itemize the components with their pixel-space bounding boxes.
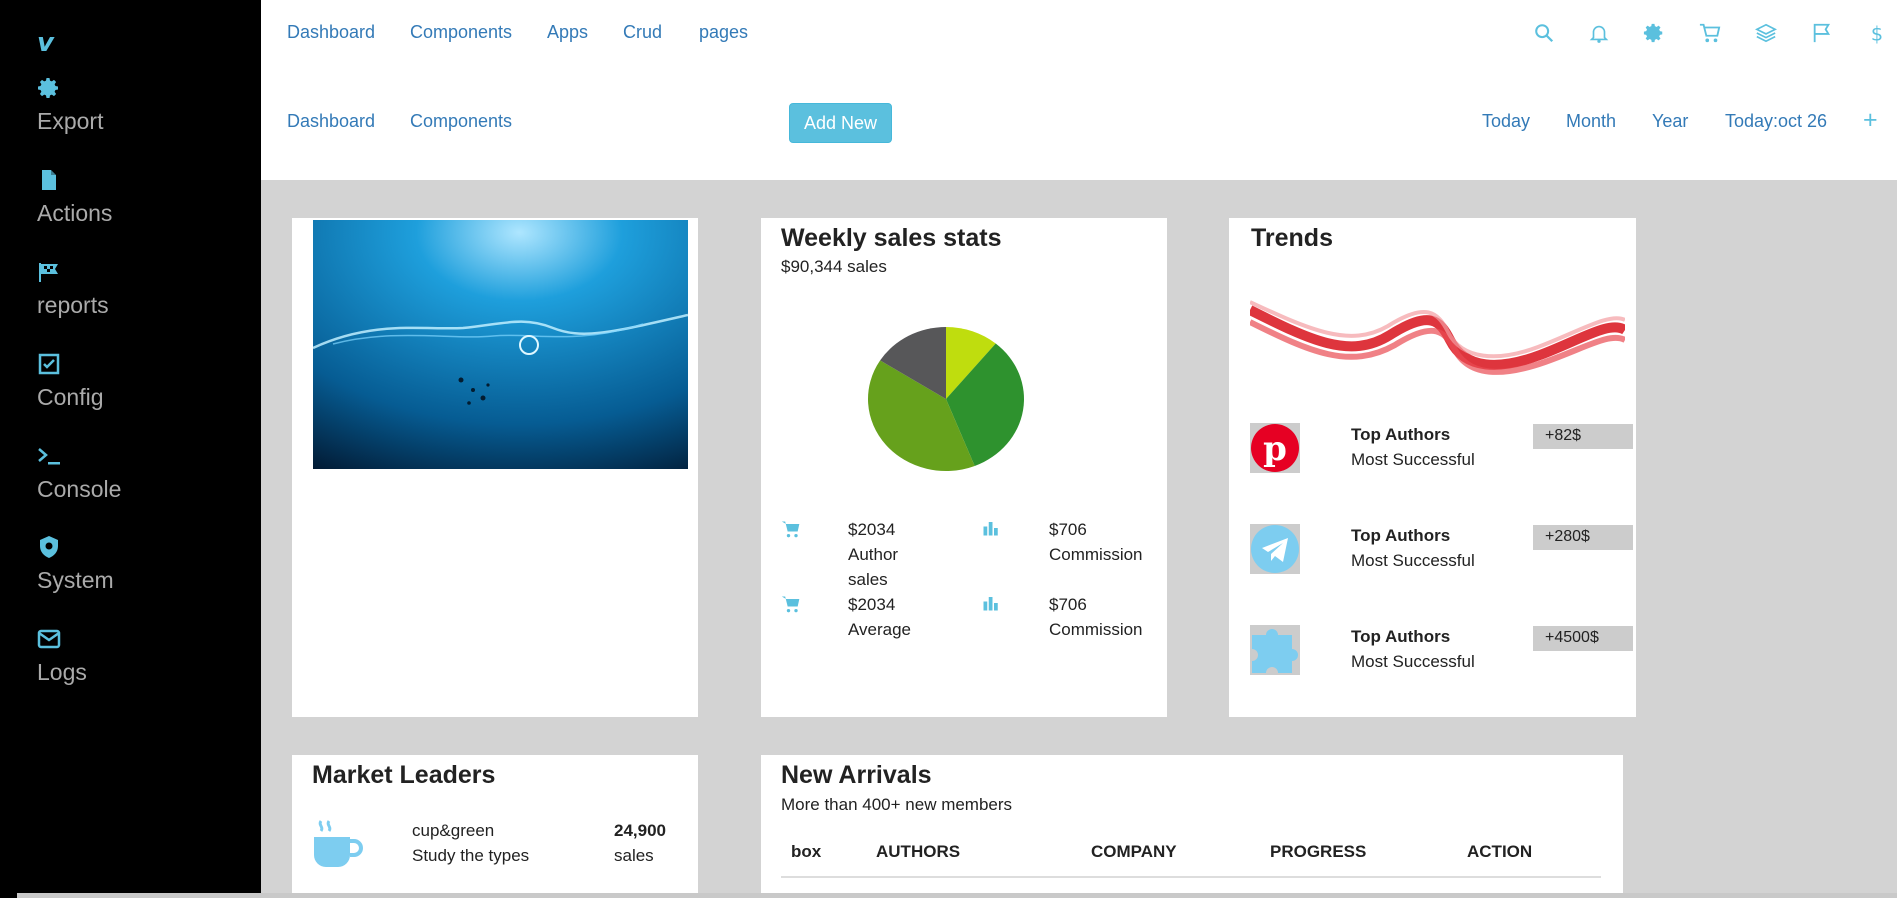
add-new-button[interactable]: Add New (789, 103, 892, 143)
commission-value-2: $706 (1049, 595, 1087, 614)
column-header-box: box (791, 842, 822, 861)
column-header-company: COMPANY (1091, 842, 1177, 861)
sidebar: v Export Actions reports Config Console … (0, 0, 261, 898)
new-arrivals-card: New Arrivals More than 400+ new members (761, 755, 1623, 898)
commission-value: $706 (1049, 520, 1087, 539)
subnav-components-link[interactable]: Components (410, 111, 512, 132)
author-sales-value: $2034 (848, 520, 896, 539)
filter-month-link[interactable]: Month (1566, 111, 1616, 132)
flag-icon (39, 263, 58, 282)
flag-icon[interactable] (1811, 22, 1833, 44)
sidebar-item-label: Actions (37, 200, 113, 226)
image-card (292, 218, 698, 717)
pinterest-icon: p (1250, 423, 1300, 473)
author-desc: Most Successful (1351, 652, 1475, 671)
trends-title: Trends (1251, 224, 1333, 252)
sidebar-item-label: Export (37, 108, 104, 134)
puzzle-icon (1250, 625, 1300, 675)
sidebar-item-label: System (37, 567, 114, 593)
bar-chart-icon (983, 522, 998, 536)
bar-chart-icon (983, 597, 998, 611)
commission-label-2: Commission (1049, 620, 1143, 639)
water-splash-image (313, 220, 688, 469)
average-label: Average (848, 620, 912, 639)
weekly-title: Weekly sales stats (781, 224, 1002, 252)
svg-text:p: p (1263, 429, 1287, 469)
terminal-icon (38, 448, 60, 465)
sales-pie-chart (868, 327, 1024, 471)
filter-today-link[interactable]: Today (1482, 111, 1530, 132)
author-badge: +280$ (1533, 525, 1633, 550)
sidebar-item-console[interactable]: Console (37, 444, 237, 524)
sidebar-item-export[interactable]: Export (37, 76, 237, 156)
author-badge: +4500$ (1533, 626, 1633, 651)
table-header-divider (781, 876, 1601, 878)
market-item-name: cup&green (412, 821, 495, 840)
arrivals-subtitle: More than 400+ new members (781, 795, 1013, 814)
sidebar-item-logs[interactable]: Logs (37, 627, 237, 707)
file-icon (42, 170, 56, 190)
search-icon[interactable] (1533, 22, 1555, 44)
sidebar-item-label: reports (37, 292, 109, 318)
subnav-dashboard-link[interactable]: Dashboard (287, 111, 375, 132)
dollar-icon[interactable]: $ (1866, 22, 1888, 44)
coffee-cup-icon (314, 820, 363, 867)
vimeo-logo[interactable]: v (37, 28, 54, 58)
author-name: Top Authors (1351, 526, 1451, 545)
market-item-unit: sales (614, 846, 654, 865)
red-ribbon-image (1250, 300, 1625, 375)
average-value: $2034 (848, 595, 896, 614)
sidebar-item-system[interactable]: System (37, 535, 237, 615)
filter-year-link[interactable]: Year (1652, 111, 1688, 132)
sidebar-item-label: Config (37, 384, 104, 410)
arrivals-title: New Arrivals (781, 761, 932, 789)
nav-components-link[interactable]: Components (410, 22, 512, 43)
column-header-authors: AUTHORS (876, 842, 961, 861)
envelope-icon (37, 629, 61, 649)
svg-text:$: $ (1871, 22, 1883, 44)
trends-card: Trends p Top Authors Most Successful +82… (1229, 218, 1636, 717)
bell-icon[interactable] (1588, 22, 1610, 44)
gear-icon (38, 78, 58, 98)
author-desc: Most Successful (1351, 450, 1475, 469)
column-header-progress: PROGRESS (1270, 842, 1367, 861)
author-badge: +82$ (1533, 424, 1633, 449)
layers-icon[interactable] (1755, 22, 1777, 44)
add-plus-button[interactable]: + (1863, 106, 1878, 135)
commission-label: Commission (1049, 545, 1143, 564)
telegram-icon (1250, 524, 1300, 574)
cart-icon (781, 596, 800, 613)
author-desc: Most Successful (1351, 551, 1475, 570)
topbar: Dashboard Components Apps Crud pages $ D… (261, 0, 1897, 180)
column-header-action: ACTION (1467, 842, 1533, 861)
market-leaders-card: Market Leaders cup&green Study the types… (292, 755, 698, 898)
checkbox-icon (38, 353, 60, 375)
filter-today-date-link[interactable]: Today:oct 26 (1725, 111, 1827, 132)
nav-crud-link[interactable]: Crud (623, 22, 662, 43)
market-item-desc: Study the types (412, 846, 530, 865)
sidebar-item-label: Console (37, 476, 122, 502)
market-title: Market Leaders (312, 761, 496, 789)
sidebar-item-reports[interactable]: reports (37, 260, 237, 340)
nav-pages-link[interactable]: pages (699, 22, 748, 43)
author-name: Top Authors (1351, 425, 1451, 444)
nav-dashboard-link[interactable]: Dashboard (287, 22, 375, 43)
shield-icon (40, 536, 58, 558)
cart-icon (781, 521, 800, 538)
horizontal-scrollbar[interactable] (17, 893, 1897, 898)
nav-apps-link[interactable]: Apps (547, 22, 588, 43)
sidebar-item-label: Logs (37, 659, 87, 685)
market-item-value: 24,900 (614, 821, 666, 840)
author-sales-label: Author sales (848, 545, 899, 589)
sidebar-item-actions[interactable]: Actions (37, 168, 237, 248)
cart-icon[interactable] (1699, 22, 1721, 44)
author-name: Top Authors (1351, 627, 1451, 646)
weekly-subtitle: $90,344 sales (781, 257, 887, 276)
weekly-sales-card: Weekly sales stats $90,344 sales $2034 A… (761, 218, 1167, 717)
sidebar-item-config[interactable]: Config (37, 352, 237, 432)
gear-icon[interactable] (1643, 22, 1665, 44)
